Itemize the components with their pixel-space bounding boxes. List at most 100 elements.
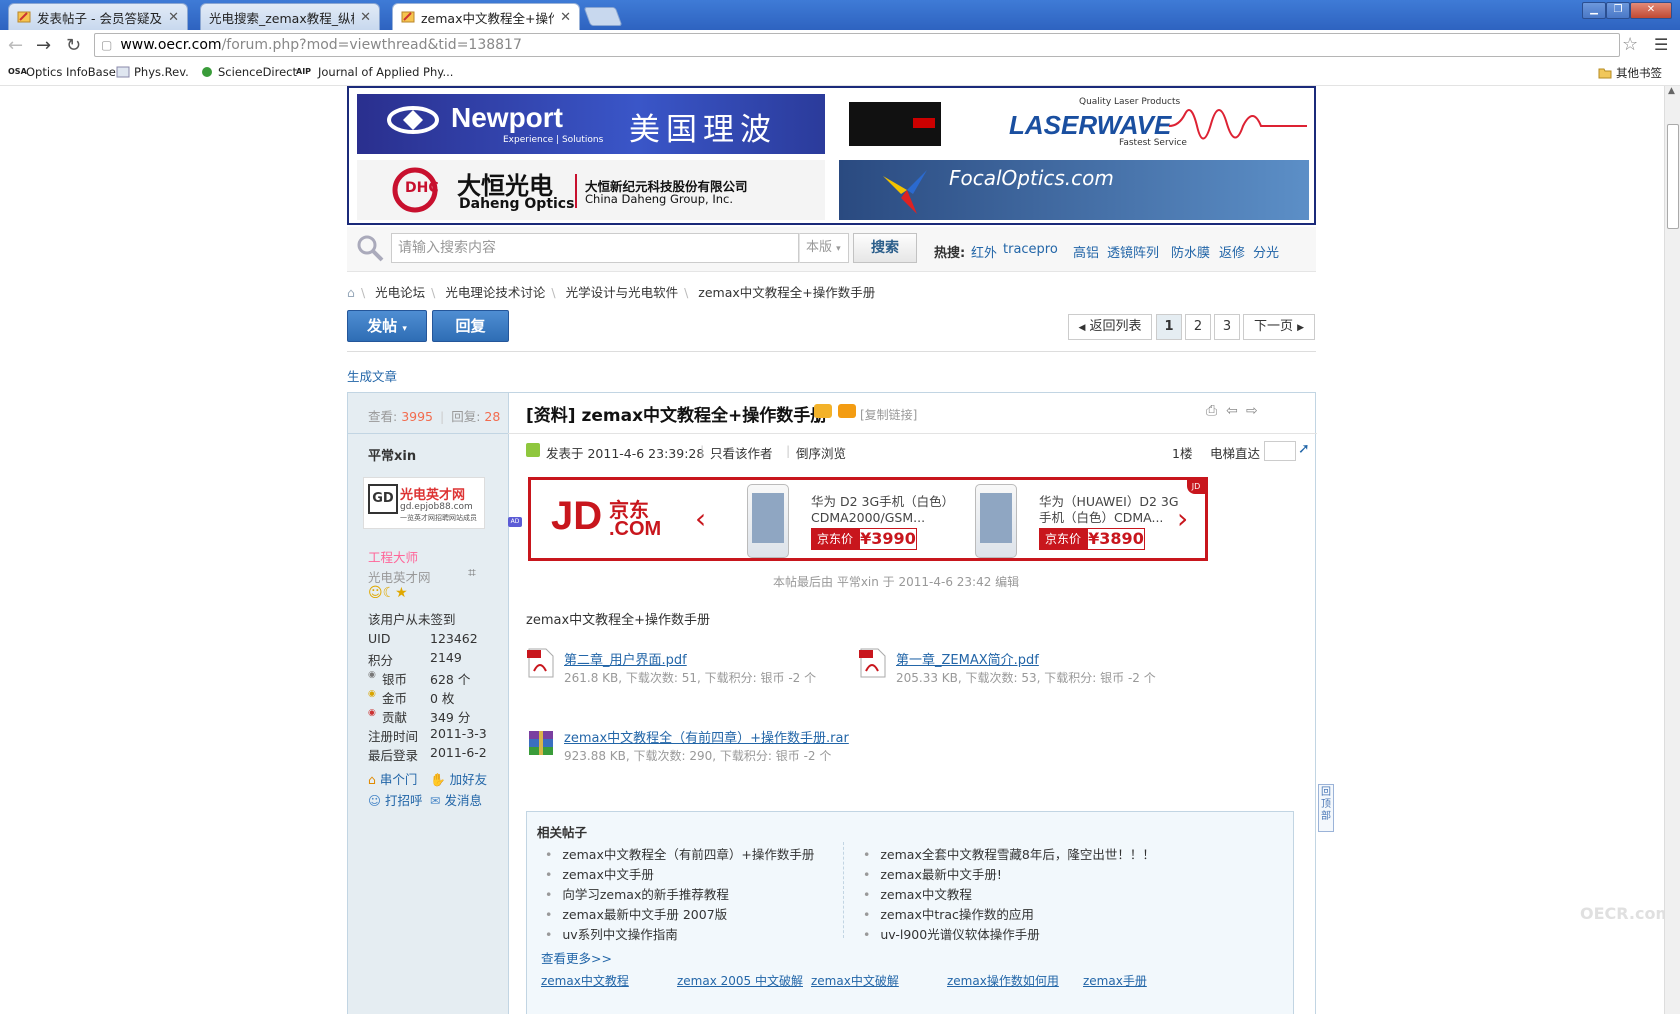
next-thread-icon[interactable]: ⇨ [1246, 403, 1258, 419]
attachment-link[interactable]: 第一章_ZEMAX简介.pdf [896, 649, 1039, 668]
tab-close-icon[interactable]: ✕ [360, 10, 371, 25]
print-icon[interactable]: ⎙ [1206, 403, 1217, 419]
related-item[interactable]: uv系列中文操作指南 [545, 924, 677, 943]
next-page-button[interactable]: 下一页 ▶ [1243, 314, 1315, 340]
address-bar[interactable]: ▢ www.oecr.com /forum.php?mod=viewthread… [94, 33, 1620, 57]
prev-thread-icon[interactable]: ⇦ [1226, 403, 1238, 419]
tag-link[interactable]: zemax操作数如何用 [947, 972, 1059, 989]
page-scrollbar[interactable]: ▲ [1664, 86, 1680, 1014]
new-post-button[interactable]: 发帖 ▾ [347, 310, 427, 342]
view-more-link[interactable]: 查看更多>> [541, 948, 612, 967]
bookmark-other[interactable]: 其他书签 [1598, 65, 1662, 81]
new-tab-button[interactable] [583, 7, 623, 26]
attachment-link[interactable]: 第二章_用户界面.pdf [564, 649, 687, 668]
home-icon[interactable]: ⌂ [347, 285, 355, 300]
camera-icon[interactable]: ⌗ [468, 565, 476, 581]
greet-link[interactable]: ☺ 打招呼 [368, 790, 423, 809]
related-item[interactable]: zemax中文教程 [863, 884, 972, 903]
scroll-thumb[interactable] [1667, 124, 1679, 229]
author-name[interactable]: 平常xin [368, 445, 416, 464]
attachment-meta: 205.33 KB, 下载次数: 53, 下载积分: 银币 -2 个 [896, 671, 1156, 685]
related-item[interactable]: zemax全套中文教程雪藏8年后，隆空出世！！！ [863, 844, 1154, 863]
reload-icon[interactable]: ↻ [66, 35, 81, 56]
search-scope-select[interactable]: 本版 ▾ [799, 233, 849, 263]
page-1[interactable]: 1 [1156, 314, 1182, 340]
hot-word[interactable]: 返修 [1219, 242, 1245, 261]
rar-file-icon [526, 727, 558, 759]
related-item[interactable]: zemax中trac操作数的应用 [863, 904, 1034, 923]
related-item[interactable]: uv-l900光谱仪软体操作手册 [863, 924, 1039, 943]
only-author-link[interactable]: 只看该作者 [710, 443, 773, 462]
breadcrumb-item[interactable]: 光电论坛 [375, 285, 425, 300]
hot-word[interactable]: 分光 [1253, 242, 1279, 261]
bookmark-phys-rev[interactable]: Phys.Rev. [116, 65, 189, 79]
back-to-top-button[interactable]: 回顶部 [1318, 784, 1334, 832]
bookmark-sciencedirect[interactable]: ScienceDirect [200, 65, 297, 79]
ad-laserwave[interactable]: Quality Laser Products LASERWAVE Fastest… [839, 94, 1309, 154]
related-item[interactable]: zemax中文手册 [545, 864, 654, 883]
bookmark-jap[interactable]: AIP Journal of Applied Phy... [296, 65, 453, 79]
search-input[interactable]: 请输入搜索内容 [391, 233, 799, 263]
page-3[interactable]: 3 [1214, 314, 1240, 340]
search-button[interactable]: 搜索 [853, 233, 917, 263]
back-to-list-button[interactable]: ◀ 返回列表 [1068, 314, 1152, 340]
page-2[interactable]: 2 [1185, 314, 1211, 340]
visit-link[interactable]: ⌂ 串个门 [368, 769, 417, 788]
scroll-up-icon[interactable]: ▲ [1668, 86, 1675, 96]
forward-arrow-icon[interactable]: → [36, 35, 51, 56]
star-bookmark-icon[interactable]: ☆ [1622, 34, 1638, 55]
tab-close-icon[interactable]: ✕ [560, 10, 571, 25]
ad-newport[interactable]: Newport Experience | Solutions 美国理波 [357, 94, 825, 154]
reply-button[interactable]: 回复 [432, 310, 509, 342]
back-arrow-icon[interactable]: ← [8, 35, 23, 56]
hot-word[interactable]: 防水膜 [1171, 242, 1210, 261]
tab-post-new[interactable]: 发表帖子 - 会员答疑及建议 ✕ [8, 3, 188, 30]
minimize-icon[interactable]: ▁ [1582, 2, 1606, 19]
add-friend-link[interactable]: ✋ 加好友 [430, 769, 487, 788]
chevron-left-icon[interactable]: ‹ [695, 502, 706, 535]
tag-link[interactable]: zemax中文教程 [541, 972, 629, 989]
contribution-icon: ◉ [368, 708, 376, 718]
copy-link[interactable]: [复制链接] [860, 406, 917, 423]
tag-link[interactable]: zemax 2005 中文破解 [677, 972, 803, 989]
chevron-right-icon[interactable]: › [1177, 502, 1188, 535]
bookmark-label: Phys.Rev. [134, 65, 189, 79]
send-message-link[interactable]: ✉ 发消息 [430, 790, 482, 809]
hot-word[interactable]: tracepro [1003, 242, 1058, 257]
elevator-input[interactable] [1264, 441, 1296, 461]
related-item[interactable]: zemax中文教程全（有前四章）+操作数手册 [545, 844, 814, 863]
bookmark-optics-infobase[interactable]: OSA Optics InfoBase [8, 65, 116, 79]
hot-word[interactable]: 高铝 [1073, 242, 1099, 261]
attachment-link[interactable]: zemax中文教程全（有前四章）+操作数手册.rar [564, 727, 849, 746]
jd-ad[interactable]: JD 京东 .COM ‹ 华为 D2 3G手机（白色）CDMA2000/GSM.… [528, 477, 1208, 561]
tag-link[interactable]: zemax手册 [1083, 972, 1147, 989]
maximize-icon[interactable]: ❐ [1606, 2, 1630, 19]
related-item[interactable]: zemax最新中文手册 2007版 [545, 904, 727, 923]
reverse-order-link[interactable]: 倒序浏览 [796, 443, 846, 462]
ad-daheng[interactable]: DHC 大恒光电 Daheng Optics 大恒新纪元科技股份有限公司 Chi… [357, 160, 825, 220]
thread-header: [资料] zemax中文教程全+操作数手册 [复制链接] ⎙ ⇦ ⇨ [508, 393, 1317, 434]
close-window-icon[interactable]: ✕ [1630, 2, 1672, 19]
menu-icon[interactable]: ☰ [1654, 35, 1668, 54]
tab-search[interactable]: 光电搜索_zemax教程_纵横光电 ✕ [200, 3, 380, 30]
related-item[interactable]: zemax最新中文手册! [863, 864, 1002, 883]
author-avatar[interactable]: GD 光电英才网 gd.epjob88.com 一览英才网招聘网站成员 [363, 477, 485, 529]
thread-post: 查看: 3995 | 回复: 28 平常xin GD 光电英才网 gd.epjo… [347, 392, 1317, 1014]
tag-link[interactable]: zemax中文破解 [811, 972, 899, 989]
breadcrumb-item[interactable]: zemax中文教程全+操作数手册 [698, 285, 875, 300]
newport-tagline: Experience | Solutions [503, 135, 604, 145]
hot-word[interactable]: 红外 [971, 242, 997, 261]
hot-word[interactable]: 透镜阵列 [1107, 242, 1159, 261]
breadcrumb-item[interactable]: 光电理论技术讨论 [445, 285, 545, 300]
pdf-file-icon [526, 647, 556, 679]
related-item[interactable]: 向学习zemax的新手推荐教程 [545, 884, 729, 903]
stat-value: 0 枚 [430, 691, 455, 706]
tab-close-icon[interactable]: ✕ [168, 10, 179, 25]
generate-article-link[interactable]: 生成文章 [347, 366, 397, 385]
breadcrumb-item[interactable]: 光学设计与光电软件 [566, 285, 679, 300]
checkin-status: 该用户从未签到 [368, 612, 456, 627]
tab-thread[interactable]: zemax中文教程全+操作数手册 ✕ [392, 3, 580, 30]
attachment-meta: 261.8 KB, 下载次数: 51, 下载积分: 银币 -2 个 [564, 671, 817, 685]
wrench-go-icon[interactable]: ➚ [1298, 441, 1310, 457]
ad-focaloptics[interactable]: FocalOptics.com [839, 160, 1309, 220]
